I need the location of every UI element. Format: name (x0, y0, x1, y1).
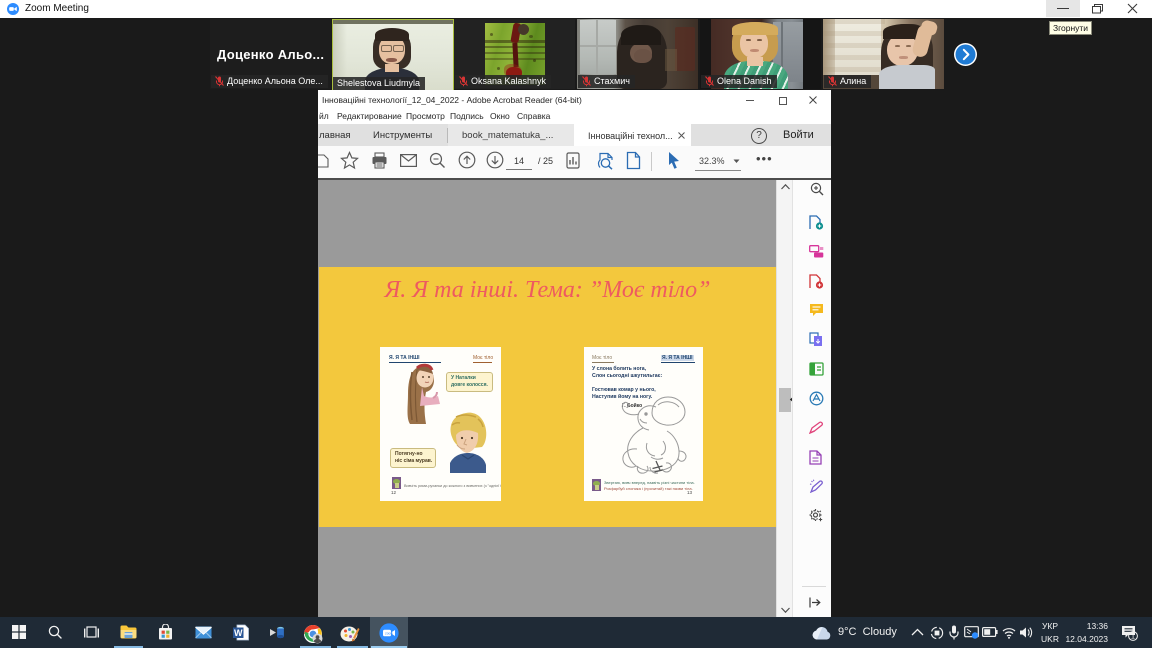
svg-text:1: 1 (1131, 632, 1135, 641)
svg-text:zoom: zoom (385, 631, 393, 635)
svg-text:W: W (234, 628, 243, 638)
